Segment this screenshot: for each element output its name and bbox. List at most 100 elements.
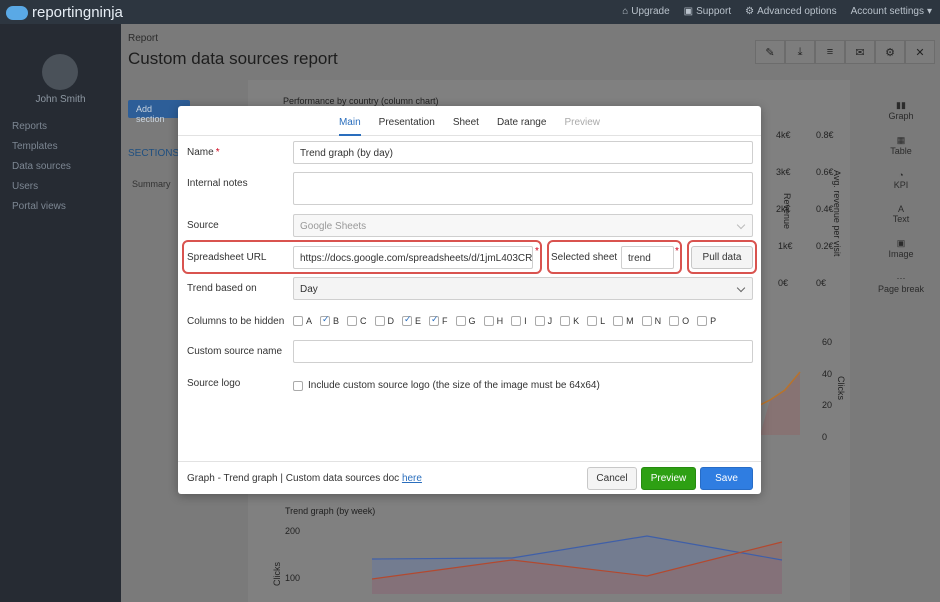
- column-checkbox-b[interactable]: B: [320, 314, 339, 326]
- column-checkbox-a[interactable]: A: [293, 316, 312, 326]
- column-checkbox-p[interactable]: P: [697, 316, 716, 326]
- database-icon[interactable]: ≡: [815, 40, 845, 64]
- page-title: Custom data sources report: [128, 49, 338, 68]
- internal-notes-label: Internal notes: [187, 178, 248, 189]
- pull-data-button[interactable]: Pull data: [691, 246, 753, 269]
- selected-sheet-label: Selected sheet: [551, 252, 618, 263]
- advanced-options-link[interactable]: ⚙ Advanced options: [745, 6, 836, 17]
- sidebar-item-portal-views[interactable]: Portal views: [12, 201, 71, 212]
- widget-panel: ▮▮ Graph ▦ Table ◔ KPI A Text ▣ Image ⋯ Page b…: [862, 100, 940, 294]
- trend-based-on-label: Trend based on: [187, 283, 257, 294]
- axis-label: Avg. revenue per visit: [832, 170, 842, 257]
- internal-notes-textarea[interactable]: [293, 172, 753, 205]
- tab-presentation[interactable]: Presentation: [379, 117, 435, 136]
- download-icon[interactable]: ⤓: [785, 40, 815, 64]
- column-letter: G: [468, 316, 476, 326]
- axis-value: 0.2€: [816, 241, 834, 251]
- custom-source-dialog: Main Presentation Sheet Date range Previ…: [178, 106, 761, 494]
- name-input[interactable]: Trend graph (by day): [293, 141, 753, 164]
- spreadsheet-url-input[interactable]: https://docs.google.com/spreadsheets/d/1…: [293, 246, 533, 269]
- tab-date-range[interactable]: Date range: [497, 117, 546, 136]
- widget-page-break[interactable]: ⋯ Page break: [878, 273, 924, 294]
- column-checkbox-l[interactable]: L: [587, 316, 605, 326]
- axis-value: 0€: [816, 278, 827, 288]
- axis-value: 20: [822, 400, 833, 410]
- column-checkbox-j[interactable]: J: [534, 316, 552, 326]
- column-letter: N: [654, 316, 662, 326]
- support-link[interactable]: ▣ Support: [684, 6, 731, 17]
- widget-kpi[interactable]: ◔ KPI: [894, 170, 909, 190]
- mail-icon[interactable]: ✉: [845, 40, 875, 64]
- axis-label: Revenue: [782, 193, 792, 230]
- support-label: Support: [696, 6, 732, 17]
- chevron-down-icon: [736, 283, 746, 293]
- column-checkbox-f[interactable]: F: [429, 314, 448, 326]
- column-checkbox-m[interactable]: M: [613, 316, 634, 326]
- sidebar-item-templates[interactable]: Templates: [12, 141, 71, 152]
- column-letter: A: [306, 316, 313, 326]
- checkbox: [347, 316, 358, 326]
- sidebar-item-data-sources[interactable]: Data sources: [12, 161, 71, 172]
- column-checkbox-i[interactable]: I: [511, 316, 527, 326]
- background-trend-chart: [372, 535, 783, 594]
- column-letter: D: [387, 316, 395, 326]
- column-letter: E: [415, 316, 422, 326]
- widget-table[interactable]: ▦ Table: [890, 135, 912, 156]
- sidebar-nav: Reports Templates Data sources Users Por…: [12, 121, 71, 212]
- app-logo[interactable]: reportingninja: [6, 4, 123, 21]
- axis-value: 0.8€: [816, 130, 834, 140]
- dialog-footer: Graph - Trend graph | Custom data source…: [178, 461, 761, 494]
- widget-image-label: Image: [888, 249, 914, 259]
- sidebar-item-reports[interactable]: Reports: [12, 121, 71, 132]
- axis-value: 4k€: [776, 130, 791, 140]
- tab-preview: Preview: [564, 117, 601, 128]
- widget-table-label: Table: [890, 146, 912, 156]
- trash-icon[interactable]: ✕: [905, 40, 935, 64]
- column-checkbox-h[interactable]: H: [483, 316, 503, 326]
- gear-icon[interactable]: ⚙: [875, 40, 905, 64]
- source-select-value: Google Sheets: [300, 221, 367, 232]
- axis-value: 0.4€: [816, 204, 834, 214]
- checkbox: [534, 316, 545, 326]
- selected-sheet-input[interactable]: trend: [621, 246, 674, 269]
- widget-graph-label: Graph: [888, 111, 914, 121]
- checkbox: [374, 316, 385, 326]
- checkbox: [613, 316, 624, 326]
- column-checkbox-c[interactable]: C: [347, 316, 367, 326]
- save-button[interactable]: Save: [700, 467, 753, 490]
- spreadsheet-url-label: Spreadsheet URL: [187, 252, 267, 263]
- doc-link[interactable]: here: [402, 473, 422, 484]
- column-letter: M: [626, 316, 634, 326]
- required-marker: *: [535, 246, 539, 257]
- wrench-icon[interactable]: ✎: [755, 40, 785, 64]
- custom-source-name-label: Custom source name: [187, 346, 283, 357]
- checkbox: [587, 316, 598, 326]
- tab-main[interactable]: Main: [338, 117, 361, 136]
- columns-checkbox-group: A B C D E F G H I J K L M N O P: [293, 314, 716, 326]
- account-settings-link[interactable]: Account settings ▾: [851, 6, 932, 17]
- checkbox: [429, 314, 440, 326]
- chart1-title: Performance by country (column chart): [283, 96, 439, 106]
- checkbox: [483, 316, 494, 326]
- cancel-button[interactable]: Cancel: [587, 467, 637, 490]
- column-checkbox-n[interactable]: N: [641, 316, 662, 326]
- widget-graph[interactable]: ▮▮ Graph: [888, 100, 913, 121]
- column-checkbox-g[interactable]: G: [455, 316, 476, 326]
- custom-source-name-input[interactable]: [293, 340, 753, 363]
- upgrade-link[interactable]: ⌂ Upgrade: [622, 6, 669, 17]
- include-logo-checkbox[interactable]: Include custom source logo (the size of …: [293, 380, 600, 391]
- axis-label: Clicks: [272, 562, 282, 586]
- widget-text[interactable]: A Text: [893, 204, 910, 224]
- trend-select-value: Day: [300, 284, 318, 295]
- sidebar: John Smith Reports Templates Data source…: [0, 24, 121, 602]
- column-checkbox-k[interactable]: K: [560, 316, 579, 326]
- widget-image[interactable]: ▣ Image: [888, 238, 913, 259]
- column-checkbox-o[interactable]: O: [669, 316, 689, 326]
- column-checkbox-d[interactable]: D: [374, 316, 395, 326]
- tab-sheet[interactable]: Sheet: [453, 117, 479, 136]
- sidebar-item-users[interactable]: Users: [12, 181, 71, 192]
- preview-button[interactable]: Preview: [641, 467, 696, 490]
- trend-select[interactable]: Day: [293, 277, 753, 300]
- column-checkbox-e[interactable]: E: [402, 314, 422, 326]
- summary-item[interactable]: Summary: [132, 179, 171, 189]
